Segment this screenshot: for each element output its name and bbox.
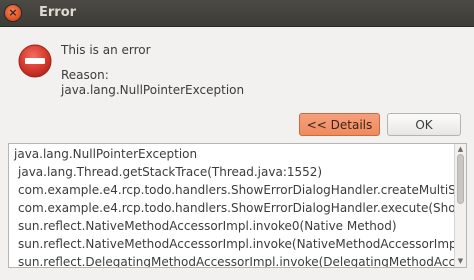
ok-button[interactable]: OK [387,113,461,136]
stack-trace-list[interactable]: java.lang.NullPointerException java.lang… [8,143,467,268]
close-button[interactable]: × [5,5,21,21]
stack-trace-line: sun.reflect.NativeMethodAccessorImpl.inv… [18,237,467,251]
stack-trace-line: com.example.e4.rcp.todo.handlers.ShowErr… [18,201,467,215]
stack-trace-line: java.lang.NullPointerException [14,147,198,161]
scroll-up-icon[interactable]: ▲ [455,145,466,153]
vertical-scrollbar[interactable]: ▲ ▼ [454,144,466,267]
error-dialog: × Error This is an error Reason: java.la… [0,0,474,280]
reason-value: java.lang.NullPointerException [61,83,245,97]
window-title: Error [39,5,77,20]
scroll-down-icon[interactable]: ▼ [455,257,466,265]
close-icon: × [8,6,18,19]
error-message: This is an error [61,43,151,57]
stack-trace-line: com.example.e4.rcp.todo.handlers.ShowErr… [18,183,466,197]
scrollbar-thumb[interactable] [457,154,464,204]
reason-label: Reason: [61,68,109,82]
stack-trace-line: java.lang.Thread.getStackTrace(Thread.ja… [18,165,323,179]
details-button[interactable]: << Details [299,113,380,136]
title-bar[interactable]: × Error [0,0,474,27]
stack-trace-line: sun.reflect.NativeMethodAccessorImpl.inv… [18,219,397,233]
stack-trace-line: sun.reflect.DelegatingMethodAccessorImpl… [18,255,466,268]
error-icon [18,44,52,78]
